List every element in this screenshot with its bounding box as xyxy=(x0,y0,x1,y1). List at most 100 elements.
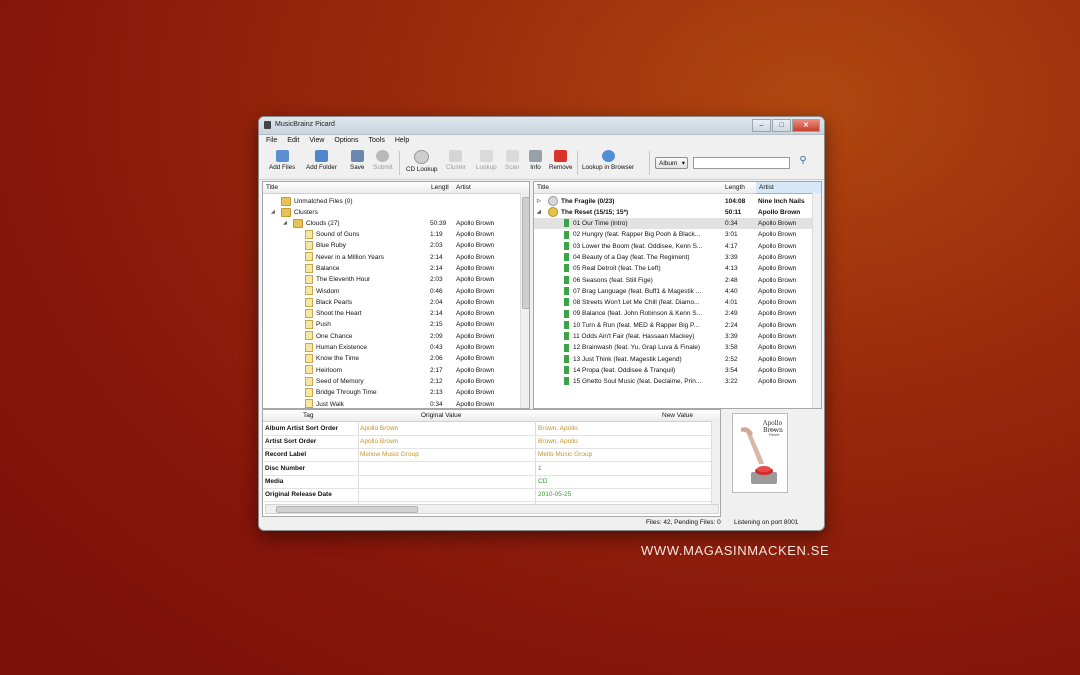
lookup-in-browser-button[interactable]: Lookup in Browser xyxy=(582,150,634,171)
column-header-tag[interactable]: Tag xyxy=(303,412,313,419)
unmatched-files-item[interactable]: Unmatched Files (0) xyxy=(263,196,529,207)
metadata-row[interactable]: Disc Number 1 xyxy=(263,462,720,476)
track-row[interactable]: 13 Just Think (feat. Magestik Legend) 2:5… xyxy=(534,354,821,365)
column-header-length[interactable]: Length xyxy=(725,184,745,191)
toolbar-separator xyxy=(577,151,578,175)
track-match-icon xyxy=(564,309,569,318)
menu-help[interactable]: Help xyxy=(395,135,409,146)
track-row[interactable]: 05 Real Detroit (feat. The Left) 4:13 Apol… xyxy=(534,263,821,274)
watermark: WWW.MAGASINMACKEN.SE xyxy=(641,543,830,558)
file-row[interactable]: Shoot the Heart 2:14 Apollo Brown xyxy=(263,308,529,319)
menu-edit[interactable]: Edit xyxy=(287,135,299,146)
file-row[interactable]: Black Pearls 2:04 Apollo Brown xyxy=(263,297,529,308)
menu-view[interactable]: View xyxy=(309,135,324,146)
scan-button[interactable]: Scan xyxy=(505,150,519,171)
file-row[interactable]: Seed of Memory 2:12 Apollo Brown xyxy=(263,376,529,387)
maximize-button[interactable]: □ xyxy=(772,119,791,132)
scroll-thumb[interactable] xyxy=(522,197,529,309)
file-icon xyxy=(305,320,313,330)
file-row[interactable]: Bridge Through Time 2:13 Apollo Brown xyxy=(263,387,529,398)
file-row[interactable]: Sound of Guns 1:19 Apollo Brown xyxy=(263,229,529,240)
column-header-length[interactable]: Lengtl xyxy=(431,184,449,191)
search-type-select[interactable]: Album ▾ xyxy=(655,157,688,169)
file-row[interactable]: Blue Ruby 2:03 Apollo Brown xyxy=(263,240,529,251)
metadata-row[interactable]: Original Release Date 2010-05-25 xyxy=(263,488,720,502)
track-row[interactable]: 04 Beauty of a Day (feat. The Regiment) 3… xyxy=(534,252,821,263)
folder-icon xyxy=(281,196,291,206)
file-row[interactable]: The Eleventh Hour 2:03 Apollo Brown xyxy=(263,274,529,285)
expand-icon[interactable]: ◢ xyxy=(283,218,287,229)
expand-icon[interactable]: ◢ xyxy=(537,207,541,218)
track-row[interactable]: 14 Propa (feat. Oddisee & Tranquil) 3:54 A… xyxy=(534,365,821,376)
status-bar: Files: 42, Pending Files: 0 Listening on… xyxy=(259,517,824,529)
cluster-button[interactable]: Cluster xyxy=(446,150,466,171)
track-match-icon xyxy=(564,230,569,239)
file-row[interactable]: One Chance 2:09 Apollo Brown xyxy=(263,331,529,342)
scan-icon xyxy=(505,150,519,162)
cluster-item[interactable]: ◢ Clouds (27) 50:39 Apollo Brown xyxy=(263,218,529,229)
window-controls: – □ ✕ xyxy=(752,119,820,132)
file-row[interactable]: Wisdom 0:46 Apollo Brown xyxy=(263,286,529,297)
right-scrollbar[interactable] xyxy=(812,193,821,408)
menu-options[interactable]: Options xyxy=(334,135,358,146)
track-row[interactable]: 08 Streets Won't Let Me Chill (feat. Dia… xyxy=(534,297,821,308)
submit-icon xyxy=(376,150,390,162)
file-row[interactable]: Balance 2:14 Apollo Brown xyxy=(263,263,529,274)
close-button[interactable]: ✕ xyxy=(792,119,820,132)
search-icon[interactable]: ⚲ xyxy=(795,155,811,170)
info-button[interactable]: Info xyxy=(529,150,542,171)
expand-icon[interactable]: ▷ xyxy=(537,196,541,207)
metadata-row[interactable]: Album Artist Sort Order Apollo Brown Brown… xyxy=(263,422,720,436)
cd-lookup-button[interactable]: CD Lookup xyxy=(406,150,438,173)
remove-button[interactable]: Remove xyxy=(549,150,572,171)
cover-art: Apollo Brown The Reset xyxy=(732,413,788,493)
file-row[interactable]: Human Existence 0:43 Apollo Brown xyxy=(263,342,529,353)
track-row[interactable]: 03 Lower the Boom (feat. Oddisee, Kenn S… xyxy=(534,241,821,252)
track-row[interactable]: 06 Seasons (feat. Still Fige) 2:48 Apollo … xyxy=(534,275,821,286)
file-icon xyxy=(305,252,313,262)
metadata-row[interactable]: Artist Sort Order Apollo Brown Brown, Apol… xyxy=(263,435,720,450)
chevron-down-icon: ▾ xyxy=(681,160,685,167)
search-input[interactable] xyxy=(693,157,790,169)
track-row[interactable]: 01 Our Time (intro) 0:34 Apollo Brown xyxy=(534,218,821,229)
track-row[interactable]: 09 Balance (feat. John Robinson & Kenn S… xyxy=(534,308,821,319)
track-row[interactable]: 11 Odds Ain't Fair (feat. Hassaan Mackey… xyxy=(534,331,821,342)
add-folder-button[interactable]: Add Folder xyxy=(306,150,337,171)
metadata-scrollbar[interactable] xyxy=(711,421,720,504)
file-row[interactable]: Just Walk 0:34 Apollo Brown xyxy=(263,399,529,408)
column-header-title[interactable]: Title xyxy=(266,184,278,191)
toolbar-separator xyxy=(399,151,400,175)
left-scrollbar[interactable] xyxy=(520,193,529,408)
column-header-artist[interactable]: Artist xyxy=(456,184,471,191)
disc-icon xyxy=(548,196,558,207)
lookup-button[interactable]: Lookup xyxy=(476,150,497,171)
file-icon xyxy=(305,365,313,375)
track-row[interactable]: 15 Ghetto Soul Music (feat. Declaime, Pr… xyxy=(534,376,821,387)
column-header-new[interactable]: New Value xyxy=(662,412,693,419)
scroll-thumb[interactable] xyxy=(276,506,418,513)
track-row[interactable]: 07 Brag Language (feat. Buff1 & Magestik… xyxy=(534,286,821,297)
file-row[interactable]: Push 2:15 Apollo Brown xyxy=(263,319,529,330)
file-row[interactable]: Know the Time 2:06 Apollo Brown xyxy=(263,353,529,364)
album-row[interactable]: ▷ The Fragile (0/23) 104:08 Nine Inch Na… xyxy=(534,196,821,207)
track-row[interactable]: 10 Turn & Run (feat. MED & Rapper Big P.… xyxy=(534,320,821,331)
metadata-hscrollbar[interactable] xyxy=(265,504,719,514)
add-files-button[interactable]: Add Files xyxy=(269,150,295,171)
column-header-title[interactable]: Title xyxy=(537,184,549,191)
clusters-item[interactable]: ◢ Clusters xyxy=(263,207,529,218)
submit-button[interactable]: Submit xyxy=(373,150,393,171)
menu-tools[interactable]: Tools xyxy=(369,135,385,146)
save-button[interactable]: Save xyxy=(350,150,364,171)
metadata-row[interactable]: Media CD xyxy=(263,475,720,489)
menu-file[interactable]: File xyxy=(266,135,277,146)
file-row[interactable]: Heirloom 2:17 Apollo Brown xyxy=(263,365,529,376)
minimize-button[interactable]: – xyxy=(752,119,771,132)
file-row[interactable]: Never in a Million Years 2:14 Apollo Brown xyxy=(263,252,529,263)
track-row[interactable]: 02 Hungry (feat. Rapper Big Pooh & Black… xyxy=(534,229,821,240)
album-row[interactable]: ◢ The Reset (15/15; 15*) 50:11 Apollo Br… xyxy=(534,207,821,218)
metadata-row[interactable]: Record Label Mellow Music Group Mello Musi… xyxy=(263,448,720,463)
expand-icon[interactable]: ◢ xyxy=(271,207,275,218)
title-bar[interactable]: MusicBrainz Picard – □ ✕ xyxy=(259,117,824,135)
track-row[interactable]: 12 Brainwash (feat. Yu, Grap Luva & Fina… xyxy=(534,342,821,353)
column-header-original[interactable]: Original Value xyxy=(421,412,461,419)
